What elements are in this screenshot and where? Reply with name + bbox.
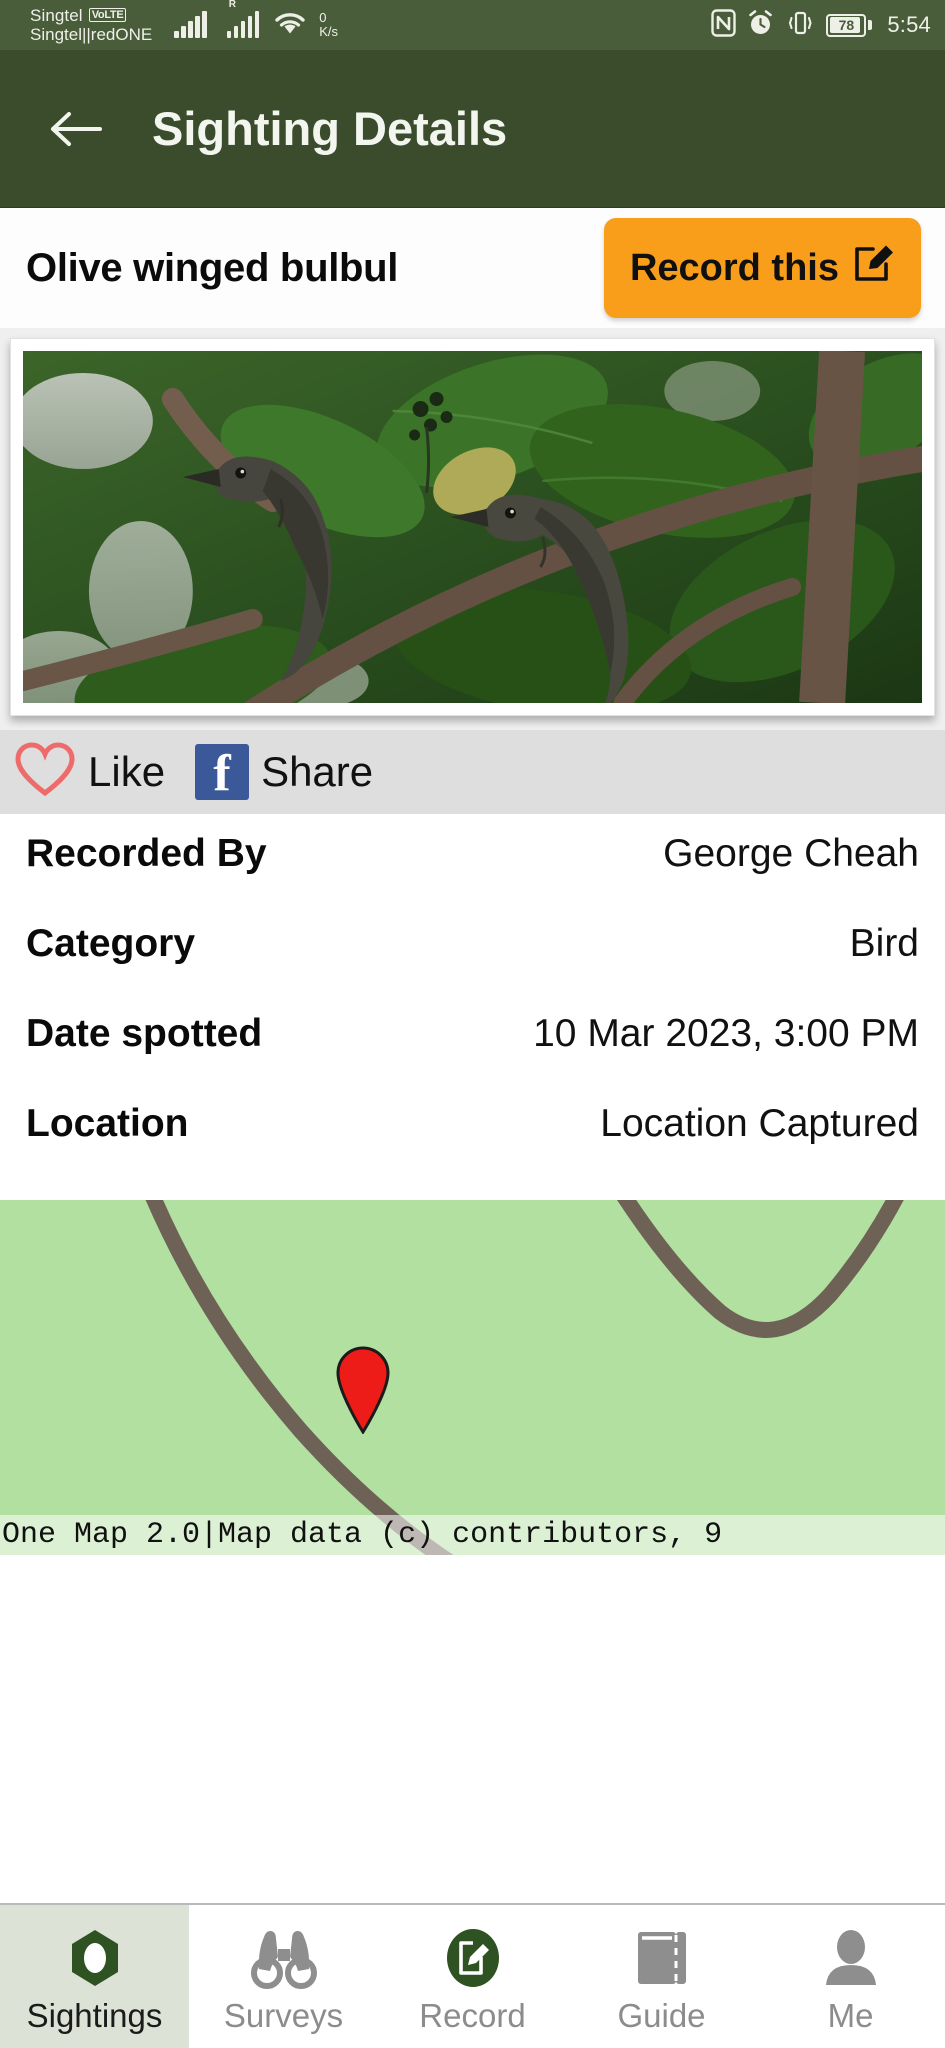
social-actions-bar: Like f Share — [0, 730, 945, 814]
detail-value: Location Captured — [600, 1102, 919, 1145]
detail-label: Date spotted — [26, 1012, 263, 1055]
carrier-info: Singtel VoLTE Singtel||redONE — [30, 6, 152, 44]
sighting-photo-container — [0, 328, 945, 730]
sighting-details-list: Recorded By George Cheah Category Bird D… — [0, 814, 945, 1200]
wifi-icon — [273, 10, 307, 41]
detail-row-recorded-by: Recorded By George Cheah — [26, 832, 919, 922]
nav-label-record: Record — [419, 1996, 526, 2034]
species-name: Olive winged bulbul — [26, 245, 399, 290]
person-icon — [820, 1925, 882, 1991]
alarm-icon — [747, 9, 774, 42]
location-map[interactable]: One Map 2.0|Map data (c) contributors, 9 — [0, 1200, 945, 1555]
detail-row-date-spotted: Date spotted 10 Mar 2023, 3:00 PM — [26, 1012, 919, 1102]
map-attribution: One Map 2.0|Map data (c) contributors, 9 — [0, 1515, 945, 1555]
detail-row-location: Location Location Captured — [26, 1102, 919, 1192]
nav-item-record[interactable]: Record — [378, 1905, 567, 2048]
heart-outline-icon — [14, 741, 76, 804]
nfc-icon — [711, 8, 737, 42]
map-pin-icon — [336, 1346, 390, 1434]
detail-row-category: Category Bird — [26, 922, 919, 1012]
detail-value: George Cheah — [663, 832, 919, 875]
status-clock: 5:54 — [887, 12, 931, 37]
bird-photo-illustration — [23, 351, 922, 703]
record-this-button[interactable]: Record this — [603, 218, 921, 318]
nav-label-me: Me — [827, 1996, 874, 2034]
roaming-indicator-label: R — [228, 0, 236, 10]
back-button[interactable] — [44, 97, 108, 161]
like-button[interactable]: Like — [14, 741, 165, 804]
nav-label-guide: Guide — [617, 1996, 706, 2034]
arrow-left-icon — [51, 111, 102, 146]
detail-value: Bird — [849, 922, 919, 965]
like-label: Like — [88, 748, 166, 795]
nav-label-surveys: Surveys — [223, 1996, 344, 2034]
map-canvas — [0, 1200, 945, 1555]
signal-bars-icon — [174, 11, 207, 38]
edit-square-icon — [853, 242, 895, 294]
status-bar: Singtel VoLTE Singtel||redONE R 0 K/s 78… — [0, 0, 945, 50]
nav-item-me[interactable]: Me — [756, 1905, 945, 2048]
eye-icon — [62, 1925, 128, 1991]
nav-item-surveys[interactable]: Surveys — [189, 1905, 378, 2048]
network-speed-unit: K/s — [319, 24, 339, 39]
nav-item-guide[interactable]: Guide — [567, 1905, 756, 2048]
sighting-photo[interactable] — [23, 351, 922, 703]
binoculars-icon — [250, 1925, 318, 1991]
detail-value: 10 Mar 2023, 3:00 PM — [533, 1012, 919, 1055]
share-button[interactable]: f Share — [195, 744, 373, 800]
network-speed-value: 0 — [319, 10, 327, 26]
species-title-row: Olive winged bulbul Record this — [0, 208, 945, 328]
battery-icon: 78 — [826, 13, 873, 37]
vibrate-icon — [785, 9, 815, 42]
battery-percent-label: 78 — [838, 17, 855, 33]
record-this-label: Record this — [629, 246, 839, 289]
nav-label-sightings: Sightings — [26, 1996, 163, 2034]
detail-label: Recorded By — [26, 832, 267, 875]
detail-label: Location — [26, 1102, 189, 1145]
page-title: Sighting Details — [152, 102, 508, 155]
app-bar: Sighting Details — [0, 50, 945, 208]
share-label: Share — [261, 748, 374, 795]
bottom-navigation: Sightings Surveys Record Guide Me — [0, 1903, 945, 2048]
volte-badge: VoLTE — [88, 8, 127, 23]
facebook-icon: f — [195, 744, 250, 800]
roaming-signal-bars-icon: R — [226, 0, 260, 38]
carrier-secondary-label: Singtel||redONE — [30, 25, 153, 44]
carrier-primary-label: Singtel — [30, 5, 83, 25]
detail-label: Category — [26, 922, 196, 965]
status-right-icons: 78 5:54 — [711, 8, 931, 42]
book-icon — [630, 1925, 694, 1991]
carrier-primary-row: Singtel VoLTE — [30, 6, 152, 25]
photo-frame — [10, 338, 935, 716]
network-speed-indicator: 0 K/s — [319, 11, 338, 38]
record-edit-icon — [440, 1925, 506, 1991]
nav-item-sightings[interactable]: Sightings — [0, 1905, 189, 2048]
